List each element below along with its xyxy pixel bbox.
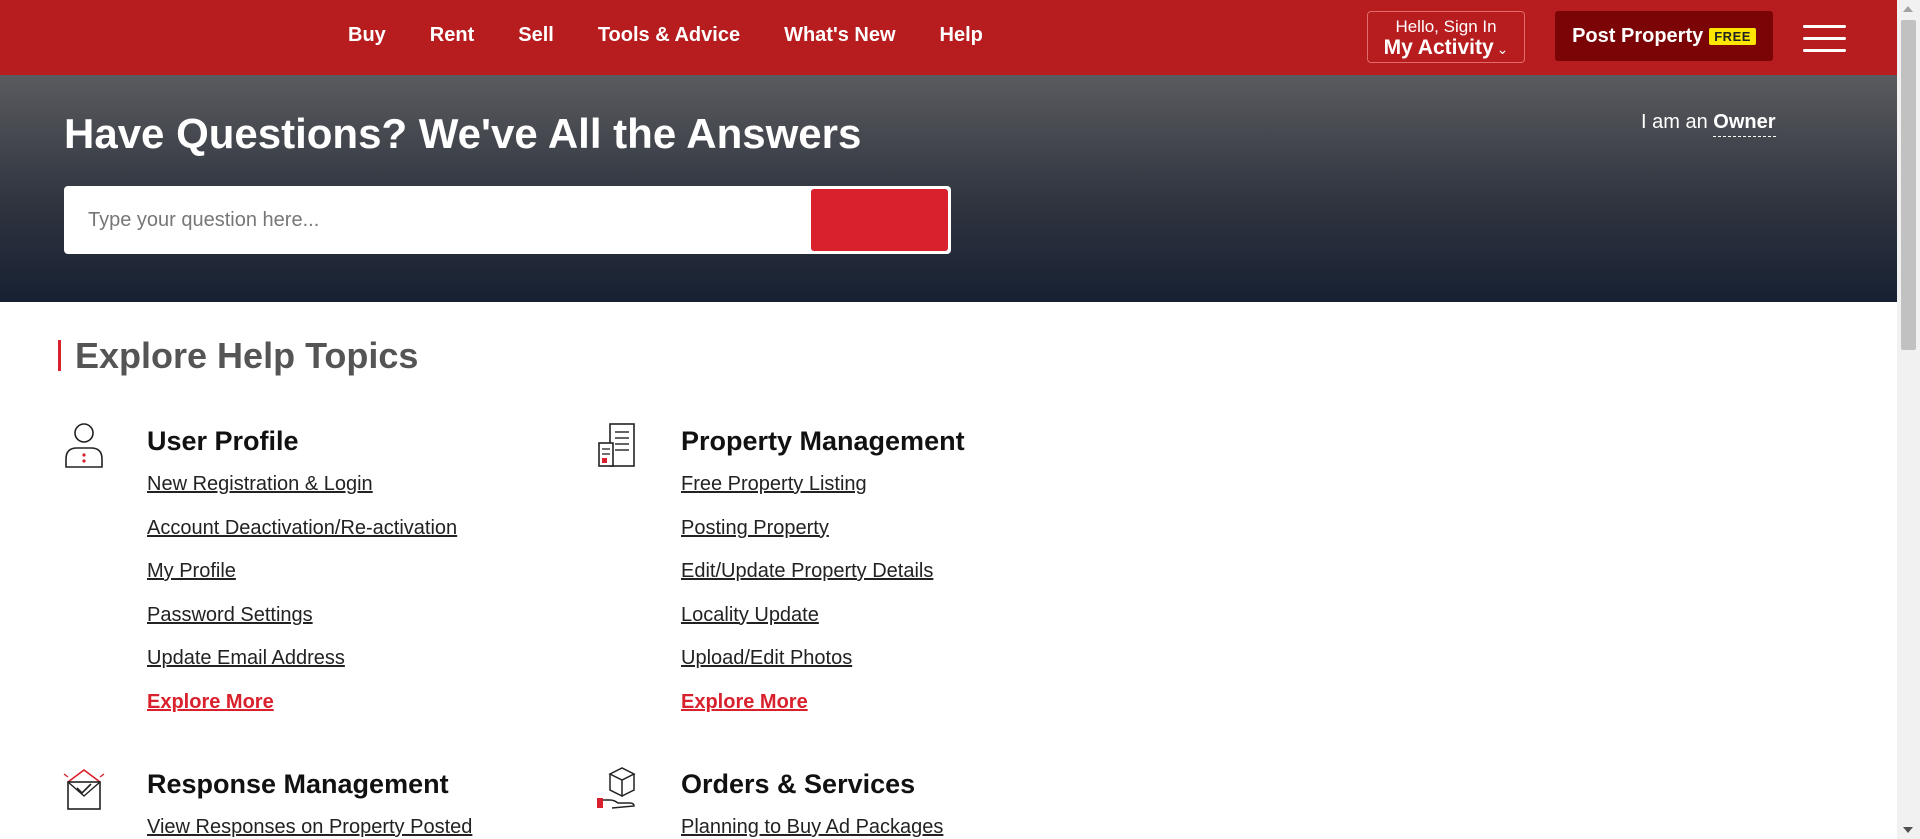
role-prefix: I am an bbox=[1641, 111, 1708, 133]
chevron-down-icon: ⌄ bbox=[1496, 41, 1509, 57]
topic-title: Response Management bbox=[147, 769, 449, 799]
list-item: Posting Property bbox=[681, 517, 933, 561]
nav-help[interactable]: Help bbox=[940, 24, 983, 47]
topic-link[interactable]: Edit/Update Property Details bbox=[681, 560, 933, 582]
topic-link[interactable]: Posting Property bbox=[681, 517, 829, 539]
list-item: View Responses on Property Posted bbox=[147, 816, 472, 839]
list-item: Update Email Address bbox=[147, 647, 457, 691]
topic-links: Planning to Buy Ad Packages bbox=[681, 816, 943, 839]
topic-links: New Registration & Login Account Deactiv… bbox=[147, 473, 457, 734]
question-search-input[interactable] bbox=[88, 204, 788, 236]
topic-link[interactable]: Locality Update bbox=[681, 604, 819, 626]
list-item: Edit/Update Property Details bbox=[681, 560, 933, 604]
explore-more-link[interactable]: Explore More bbox=[681, 691, 808, 713]
hero-title-strong: Have Questions? bbox=[64, 110, 408, 157]
nav-whats-new[interactable]: What's New bbox=[784, 24, 895, 47]
topic-link[interactable]: Planning to Buy Ad Packages bbox=[681, 816, 943, 838]
list-item: Free Property Listing bbox=[681, 473, 933, 517]
help-hero-banner: Have Questions? We've All the Answers I … bbox=[0, 75, 1897, 302]
nav-sell[interactable]: Sell bbox=[518, 24, 554, 47]
my-activity-label: My Activity ⌄ bbox=[1383, 36, 1509, 59]
question-search-box bbox=[64, 186, 951, 254]
topic-link[interactable]: Update Email Address bbox=[147, 647, 345, 669]
vertical-scrollbar[interactable] bbox=[1897, 0, 1920, 839]
topic-link[interactable]: View Responses on Property Posted bbox=[147, 816, 472, 838]
topic-link[interactable]: Free Property Listing bbox=[681, 473, 867, 495]
topic-link[interactable]: Account Deactivation/Re-activation bbox=[147, 517, 457, 539]
topic-orders-services: Orders & Services Planning to Buy Ad Pac… bbox=[596, 764, 1116, 839]
scroll-up-arrow-icon[interactable] bbox=[1903, 6, 1913, 12]
property-document-icon bbox=[598, 423, 635, 467]
topic-link[interactable]: My Profile bbox=[147, 560, 236, 582]
topic-user-profile: User Profile New Registration & Login Ac… bbox=[62, 421, 582, 721]
package-hand-icon bbox=[597, 767, 636, 809]
list-item: Planning to Buy Ad Packages bbox=[681, 816, 943, 839]
list-item: Locality Update bbox=[681, 604, 933, 648]
nav-rent[interactable]: Rent bbox=[430, 24, 474, 47]
post-property-button[interactable]: Post Property FREE bbox=[1555, 11, 1773, 61]
list-item: Explore More bbox=[681, 691, 933, 735]
topic-title: User Profile bbox=[147, 426, 299, 456]
list-item: Account Deactivation/Re-activation bbox=[147, 517, 457, 561]
sign-in-my-activity-button[interactable]: Hello, Sign In My Activity ⌄ bbox=[1367, 11, 1525, 63]
list-item: Explore More bbox=[147, 691, 457, 735]
nav-tools-advice[interactable]: Tools & Advice bbox=[598, 24, 740, 47]
hero-title-rest: We've All the Answers bbox=[418, 110, 862, 157]
explore-more-link[interactable]: Explore More bbox=[147, 691, 274, 713]
post-property-label: Post Property bbox=[1572, 24, 1704, 47]
topic-link[interactable]: Password Settings bbox=[147, 604, 313, 626]
role-owner-link[interactable]: Owner bbox=[1713, 111, 1776, 137]
topic-title: Property Management bbox=[681, 426, 965, 456]
explore-help-topics-title: Explore Help Topics bbox=[58, 338, 418, 374]
role-selector: I am an Owner bbox=[1641, 111, 1776, 137]
menu-icon[interactable] bbox=[1803, 25, 1846, 53]
free-badge: FREE bbox=[1709, 27, 1756, 45]
envelope-check-icon bbox=[63, 769, 105, 810]
topic-title: Orders & Services bbox=[681, 769, 916, 799]
list-item: Password Settings bbox=[147, 604, 457, 648]
user-icon bbox=[65, 423, 103, 468]
scroll-down-arrow-icon[interactable] bbox=[1903, 827, 1913, 833]
main-nav: Buy Rent Sell Tools & Advice What's New … bbox=[348, 24, 1027, 47]
topic-property-management: Property Management Free Property Listin… bbox=[596, 421, 1116, 721]
hero-title: Have Questions? We've All the Answers bbox=[64, 110, 861, 158]
search-button[interactable] bbox=[811, 189, 948, 251]
scrollbar-thumb[interactable] bbox=[1901, 20, 1916, 350]
topic-links: Free Property Listing Posting Property E… bbox=[681, 473, 933, 734]
sign-in-greeting: Hello, Sign In bbox=[1395, 17, 1497, 36]
nav-buy[interactable]: Buy bbox=[348, 24, 386, 47]
list-item: Upload/Edit Photos bbox=[681, 647, 933, 691]
topic-response-management: Response Management View Responses on Pr… bbox=[62, 764, 582, 839]
top-navigation-bar: Buy Rent Sell Tools & Advice What's New … bbox=[0, 0, 1897, 75]
topic-link[interactable]: Upload/Edit Photos bbox=[681, 647, 852, 669]
topic-links: View Responses on Property Posted bbox=[147, 816, 472, 839]
list-item: My Profile bbox=[147, 560, 457, 604]
list-item: New Registration & Login bbox=[147, 473, 457, 517]
topic-link[interactable]: New Registration & Login bbox=[147, 473, 373, 495]
